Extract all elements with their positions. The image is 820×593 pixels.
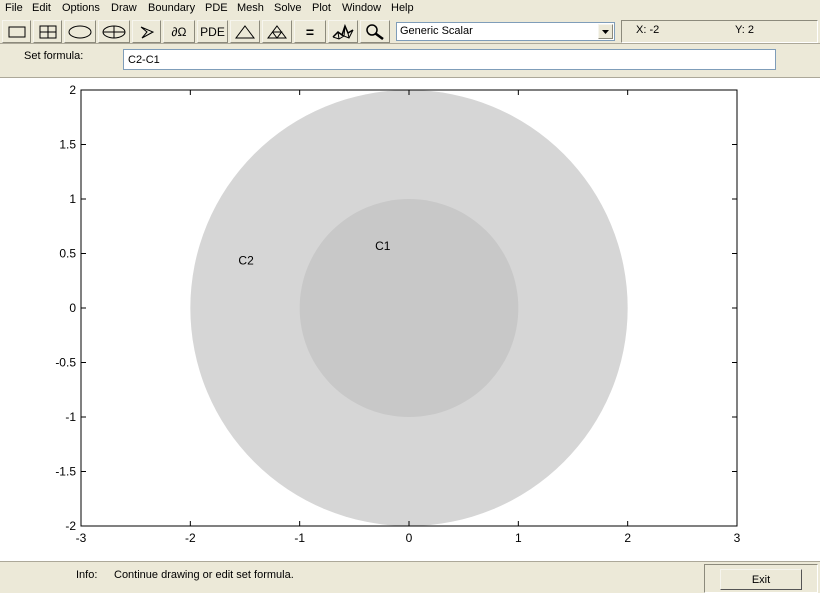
shape-layer xyxy=(190,90,628,526)
info-label: Info: xyxy=(76,569,98,581)
status-bar: Info: Continue drawing or edit set formu… xyxy=(0,561,820,593)
geometry-axes[interactable]: C2C1-3 -2 -1 0 1 2 321.510.50-0.5-1-1.5-2 xyxy=(0,79,820,561)
polygon-tool-button[interactable] xyxy=(132,20,161,43)
menu-window[interactable]: Window xyxy=(342,2,381,14)
ellipse-icon xyxy=(68,25,92,38)
y-tick-label: 0.5 xyxy=(59,247,76,261)
x-tick-label: 1 xyxy=(515,531,522,545)
pde-text-icon: PDE xyxy=(200,24,225,39)
boundary-mode-button[interactable]: ∂Ω xyxy=(163,20,195,43)
solve-button[interactable]: = xyxy=(294,20,326,43)
menu-plot[interactable]: Plot xyxy=(312,2,331,14)
plot-solution-button[interactable] xyxy=(328,20,358,43)
coordinate-readout: X: -2 Y: 2 xyxy=(621,20,818,43)
x-tick-label: 2 xyxy=(624,531,631,545)
shape-label-c2: C2 xyxy=(238,253,254,267)
polygon-icon xyxy=(140,26,154,38)
y-tick-label: 2 xyxy=(69,83,76,97)
shape-label-c1: C1 xyxy=(375,239,391,253)
app-mode-select[interactable]: Generic Scalar xyxy=(396,22,615,41)
set-formula-input[interactable] xyxy=(123,49,776,70)
magnifier-icon xyxy=(366,23,384,40)
info-message: Continue drawing or edit set formula. xyxy=(114,569,294,581)
ellipse-tool-button[interactable] xyxy=(64,20,96,43)
y-tick-label: 0 xyxy=(69,301,76,315)
menu-mesh[interactable]: Mesh xyxy=(237,2,264,14)
pde-spec-button[interactable]: PDE xyxy=(197,20,228,43)
init-mesh-button[interactable] xyxy=(230,20,260,43)
triangle-icon xyxy=(235,24,255,38)
coord-y: Y: 2 xyxy=(735,24,754,36)
formula-bar: Set formula: xyxy=(0,44,820,78)
y-tick-label: 1.5 xyxy=(59,138,76,152)
toolbar: ∂Ω PDE = Generic Scalar X: -2 Y: 2 xyxy=(0,18,820,44)
boundary-icon: ∂Ω xyxy=(171,24,187,39)
menu-draw[interactable]: Draw xyxy=(111,2,137,14)
y-tick-label: -1.5 xyxy=(55,465,76,479)
rectangle-icon xyxy=(8,26,25,37)
zoom-button[interactable] xyxy=(360,20,390,43)
dropdown-arrow-button[interactable] xyxy=(598,24,613,39)
menu-solve[interactable]: Solve xyxy=(274,2,302,14)
coord-x: X: -2 xyxy=(636,24,660,36)
x-tick-label: -2 xyxy=(185,531,196,545)
menu-file[interactable]: File xyxy=(5,2,23,14)
menu-help[interactable]: Help xyxy=(391,2,414,14)
rectangle-tool-button[interactable] xyxy=(2,20,31,43)
x-tick-label: -1 xyxy=(294,531,305,545)
menu-edit[interactable]: Edit xyxy=(32,2,51,14)
chevron-down-icon xyxy=(602,29,609,34)
centered-rectangle-icon xyxy=(39,25,56,38)
menu-pde[interactable]: PDE xyxy=(205,2,228,14)
app-mode-value: Generic Scalar xyxy=(400,25,473,37)
circle-c1[interactable] xyxy=(299,199,519,417)
x-tick-label: 0 xyxy=(406,531,413,545)
formula-label: Set formula: xyxy=(24,50,84,62)
equals-icon: = xyxy=(305,23,315,40)
refined-triangle-icon xyxy=(267,24,287,39)
y-tick-label: -1 xyxy=(65,410,76,424)
y-tick-label: -0.5 xyxy=(55,356,76,370)
exit-frame: Exit xyxy=(704,564,818,593)
menu-options[interactable]: Options xyxy=(62,2,100,14)
x-tick-label: 3 xyxy=(734,531,741,545)
centered-ellipse-tool-button[interactable] xyxy=(98,20,130,43)
plot-area[interactable]: C2 C1 -3 -2 -1 0 1 2 3 2 1.5 1 0.5 0 -0.5 -1 -1.5 -2 xyxy=(0,79,820,561)
menu-boundary[interactable]: Boundary xyxy=(148,2,195,14)
refine-mesh-button[interactable] xyxy=(262,20,292,43)
exit-button[interactable]: Exit xyxy=(720,569,802,590)
centered-rectangle-tool-button[interactable] xyxy=(33,20,62,43)
surface-plot-icon xyxy=(332,23,354,40)
x-tick-label: -3 xyxy=(76,531,87,545)
menu-bar: File Edit Options Draw Boundary PDE Mesh… xyxy=(0,0,820,18)
centered-ellipse-icon xyxy=(102,25,126,38)
y-tick-label: -2 xyxy=(65,519,76,533)
y-tick-label: 1 xyxy=(69,192,76,206)
